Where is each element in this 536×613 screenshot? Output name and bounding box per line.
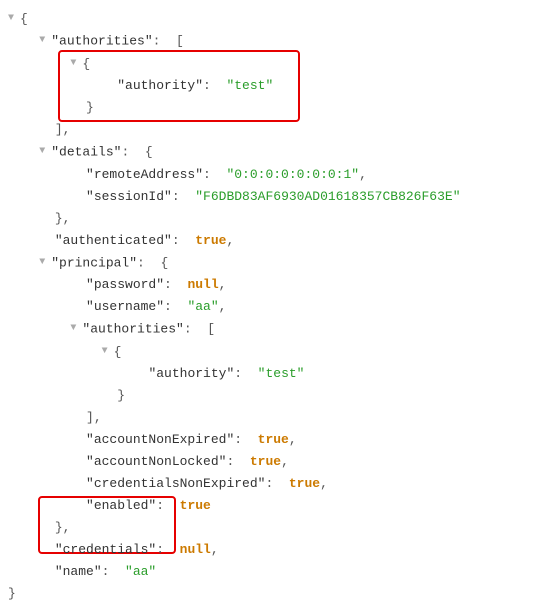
chevron-down-icon[interactable]: ▼ <box>70 53 82 75</box>
line-details-key: ▼"details": { <box>8 141 528 163</box>
line-credentialsnonexpired: "credentialsNonExpired": true, <box>8 473 528 495</box>
line-accountnonexpired: "accountNonExpired": true, <box>8 429 528 451</box>
json-tree-viewer: ▼{ ▼"authorities": [ ▼{ "authority": "te… <box>8 8 528 605</box>
line-root-close: } <box>8 583 528 605</box>
line-authority-value: "authority": "test" <box>8 75 528 97</box>
line-auth-obj-close: } <box>8 97 528 119</box>
chevron-down-icon[interactable]: ▼ <box>70 318 82 340</box>
line-authenticated: "authenticated": true, <box>8 230 528 252</box>
line-sessionid: "sessionId": "F6DBD83AF6930AD01618357CB8… <box>8 186 528 208</box>
line-pauth-value: "authority": "test" <box>8 363 528 385</box>
line-remoteaddress: "remoteAddress": "0:0:0:0:0:0:0:1", <box>8 164 528 186</box>
line-password: "password": null, <box>8 274 528 296</box>
line-root-open: ▼{ <box>8 8 528 30</box>
line-username: "username": "aa", <box>8 296 528 318</box>
line-enabled: "enabled": true <box>8 495 528 517</box>
line-authorities-close: ], <box>8 119 528 141</box>
line-pauth-obj-open: ▼{ <box>8 341 528 363</box>
line-principal-key: ▼"principal": { <box>8 252 528 274</box>
line-accountnonlocked: "accountNonLocked": true, <box>8 451 528 473</box>
line-name: "name": "aa" <box>8 561 528 583</box>
line-pauth-obj-close: } <box>8 385 528 407</box>
chevron-down-icon[interactable]: ▼ <box>39 252 51 274</box>
chevron-down-icon[interactable]: ▼ <box>102 341 114 363</box>
line-credentials: "credentials": null, <box>8 539 528 561</box>
chevron-down-icon[interactable]: ▼ <box>39 141 51 163</box>
line-details-close: }, <box>8 208 528 230</box>
line-principal-close: }, <box>8 517 528 539</box>
chevron-down-icon[interactable]: ▼ <box>8 8 20 30</box>
line-principal-authorities-key: ▼"authorities": [ <box>8 318 528 340</box>
line-authorities-key: ▼"authorities": [ <box>8 30 528 52</box>
line-principal-authorities-close: ], <box>8 407 528 429</box>
line-auth-obj-open: ▼{ <box>8 53 528 75</box>
chevron-down-icon[interactable]: ▼ <box>39 30 51 52</box>
